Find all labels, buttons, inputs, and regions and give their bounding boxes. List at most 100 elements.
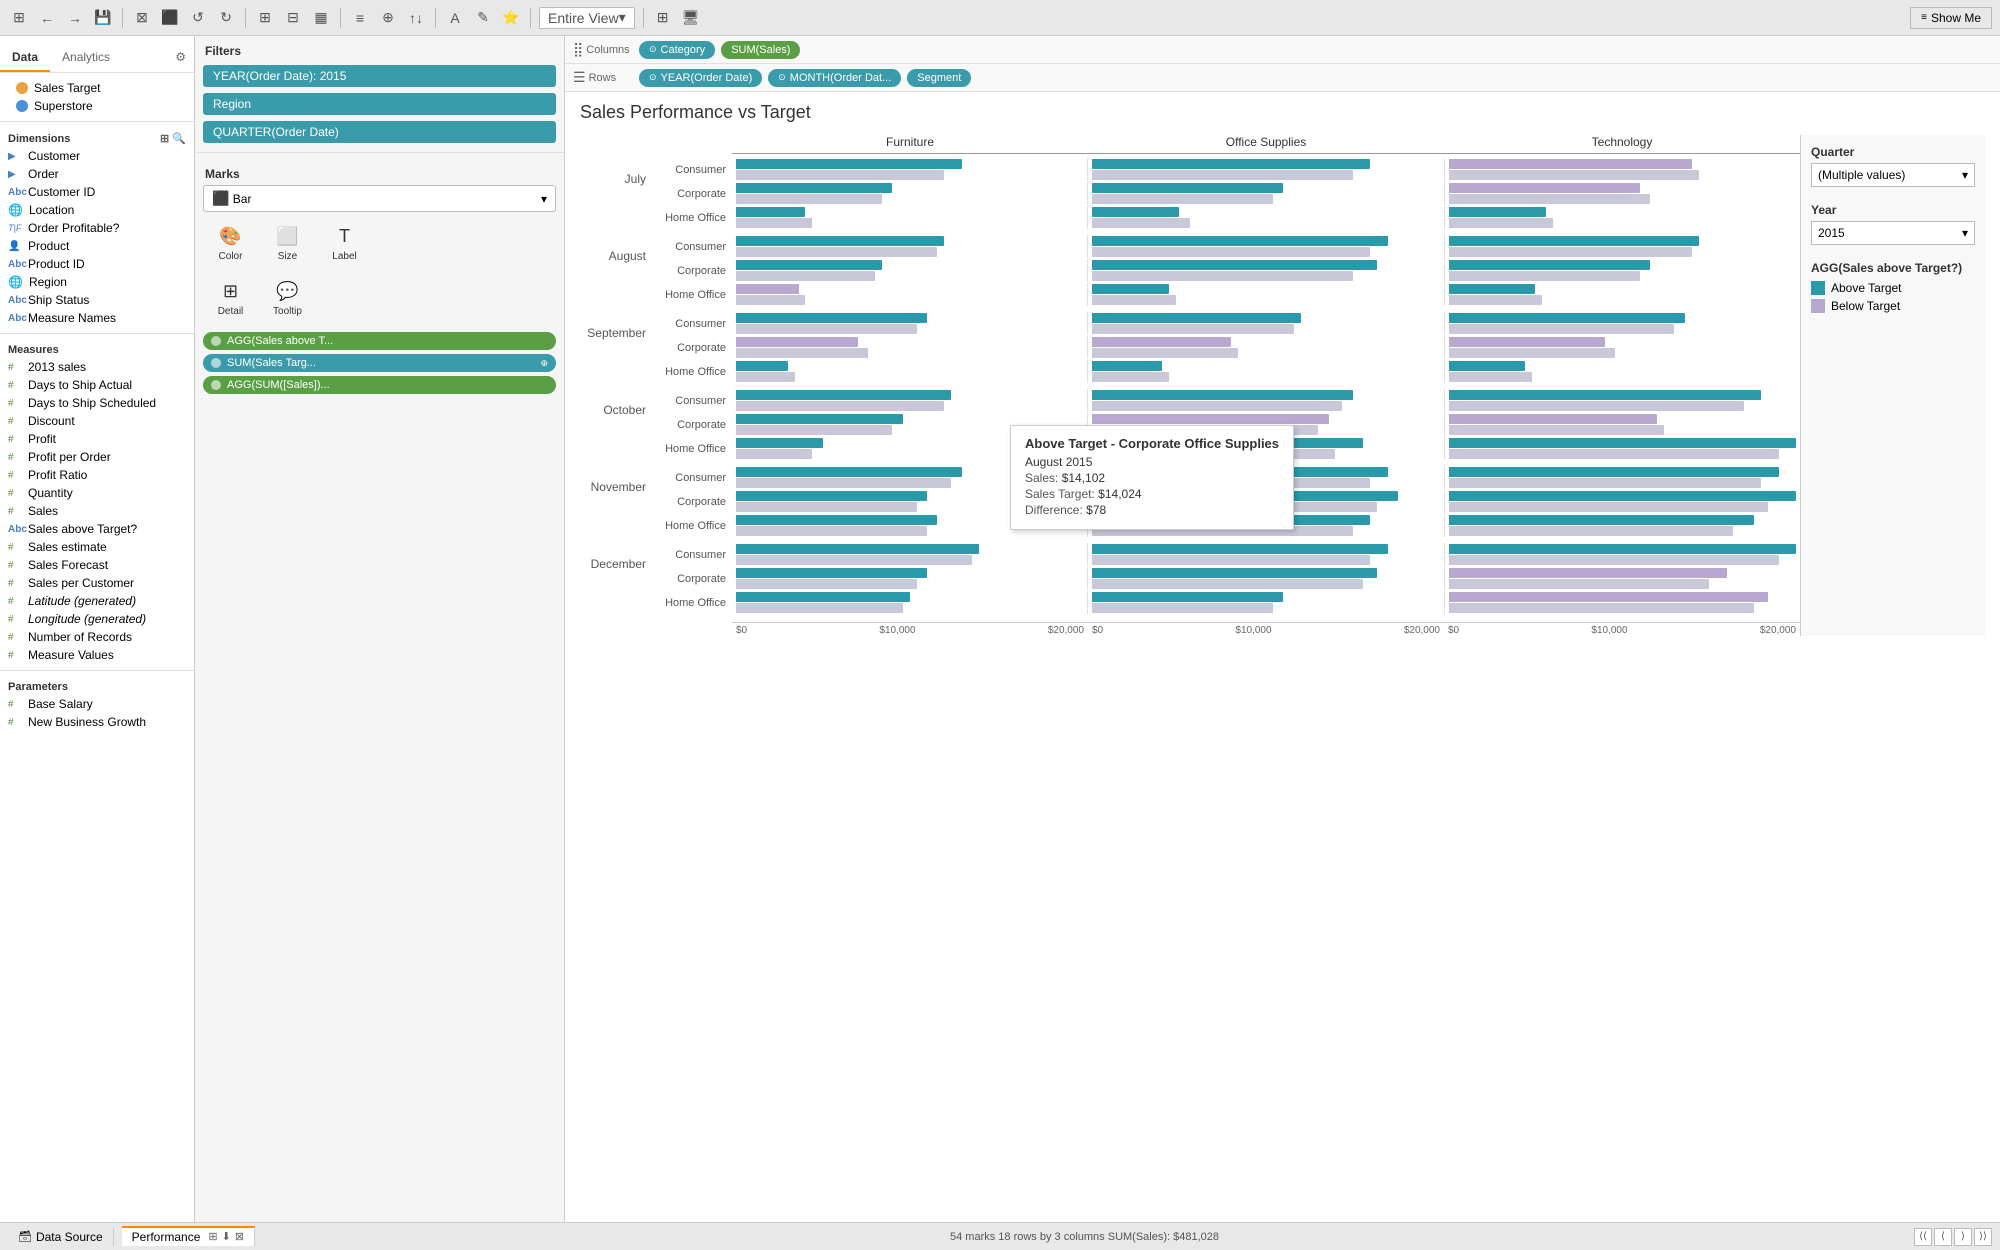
- toolbar-icon-12[interactable]: ✎: [472, 7, 494, 29]
- measure-quantity[interactable]: #Quantity: [0, 484, 194, 502]
- measure-longitude[interactable]: #Longitude (generated): [0, 610, 194, 628]
- measure-profit-ratio[interactable]: #Profit Ratio: [0, 466, 194, 484]
- dim-location[interactable]: 🌐Location: [0, 201, 194, 219]
- measure-profit-per-order[interactable]: #Profit per Order: [0, 448, 194, 466]
- panel-settings[interactable]: ⚙: [167, 44, 194, 72]
- measure-sales-per-customer[interactable]: #Sales per Customer: [0, 574, 194, 592]
- datasource-sales-target[interactable]: Sales Target: [0, 79, 194, 97]
- param-base-salary[interactable]: #Base Salary: [0, 695, 194, 713]
- dim-product-id[interactable]: AbcProduct ID: [0, 255, 194, 273]
- filter-year[interactable]: YEAR(Order Date): 2015: [203, 65, 556, 87]
- dim-order[interactable]: ▶Order: [0, 165, 194, 183]
- measure-days-ship-sched[interactable]: #Days to Ship Scheduled: [0, 394, 194, 412]
- toolbar-icon-10[interactable]: ↑↓: [405, 7, 427, 29]
- bar-group-c2: [1088, 182, 1444, 205]
- view-selector[interactable]: Entire View ▾: [539, 7, 635, 29]
- toolbar-icon-11[interactable]: A: [444, 7, 466, 29]
- d5: [1449, 467, 1779, 477]
- measure-sales-estimate[interactable]: #Sales estimate: [0, 538, 194, 556]
- toolbar-icon-2[interactable]: ⬛: [159, 7, 181, 29]
- bar-aug-corp-tech-g: [1449, 271, 1640, 281]
- toolbar-icon-3[interactable]: ↺: [187, 7, 209, 29]
- measure-discount[interactable]: #Discount: [0, 412, 194, 430]
- tab-data-source[interactable]: 🗃 Data Source: [8, 1228, 114, 1246]
- filter-region[interactable]: Region: [203, 93, 556, 115]
- dim-order-profitable[interactable]: T|FOrder Profitable?: [0, 219, 194, 237]
- nav-prev[interactable]: ⟨: [1934, 1228, 1952, 1246]
- measure-sales-forecast[interactable]: #Sales Forecast: [0, 556, 194, 574]
- param-new-business[interactable]: #New Business Growth: [0, 713, 194, 731]
- marks-pill-sum-sales-target[interactable]: SUM(Sales Targ... ⊕: [203, 354, 556, 372]
- marks-color-btn[interactable]: 🎨 Color: [203, 218, 258, 267]
- nav-first[interactable]: ⟨⟨: [1914, 1228, 1932, 1246]
- marks-detail-btn[interactable]: ⊞ Detail: [203, 273, 258, 322]
- dim-customer[interactable]: ▶Customer: [0, 147, 194, 165]
- marks-size-btn[interactable]: ⬜ Size: [260, 218, 315, 267]
- legend-above-target[interactable]: Above Target: [1811, 281, 1975, 295]
- toolbar-icon-8[interactable]: ≡: [349, 7, 371, 29]
- toolbar-icon-13[interactable]: ⭐: [500, 7, 522, 29]
- toolbar-save[interactable]: 💾: [92, 7, 114, 29]
- col-pill-sum-sales[interactable]: SUM(Sales): [721, 41, 800, 59]
- datasource-superstore[interactable]: Superstore: [0, 97, 194, 115]
- c5: [1449, 390, 1762, 400]
- nav-arrows: ⟨⟨ ⟨ ⟩ ⟩⟩: [1914, 1228, 1992, 1246]
- tab-analytics[interactable]: Analytics: [50, 44, 122, 72]
- dim-region[interactable]: 🌐Region: [0, 273, 194, 291]
- row-dec-corporate: Corporate: [652, 567, 1800, 590]
- tab-icon-3[interactable]: ⊠: [235, 1230, 244, 1243]
- marks-pill-agg-sum-sales[interactable]: AGG(SUM([Sales])...: [203, 376, 556, 394]
- ds-name-superstore: Superstore: [34, 99, 93, 113]
- bar-aug-ho-furn-p: [736, 284, 799, 294]
- toolbar-back[interactable]: ←: [36, 7, 58, 29]
- toolbar-icon-14[interactable]: ⊞: [652, 7, 674, 29]
- filter-quarter[interactable]: QUARTER(Order Date): [203, 121, 556, 143]
- row-pill-segment[interactable]: Segment: [907, 69, 971, 87]
- measure-num-records[interactable]: #Number of Records: [0, 628, 194, 646]
- row-pill-year[interactable]: ⊙ YEAR(Order Date): [639, 69, 762, 87]
- measure-measure-values[interactable]: #Measure Values: [0, 646, 194, 664]
- show-me-button[interactable]: ≡ Show Me: [1910, 7, 1992, 29]
- quarter-select[interactable]: (Multiple values) ▾: [1811, 163, 1975, 187]
- measure-sales-above-target[interactable]: AbcSales above Target?: [0, 520, 194, 538]
- measure-profit[interactable]: #Profit: [0, 430, 194, 448]
- measure-days-ship-actual[interactable]: #Days to Ship Actual: [0, 376, 194, 394]
- measure-sales[interactable]: #Sales: [0, 502, 194, 520]
- toolbar-icon-7[interactable]: ▦: [310, 7, 332, 29]
- toolbar-icon-15[interactable]: 🖥: [680, 7, 702, 29]
- dim-product[interactable]: 👤Product: [0, 237, 194, 255]
- toolbar-forward[interactable]: →: [64, 7, 86, 29]
- dim-ship-status[interactable]: AbcShip Status: [0, 291, 194, 309]
- col-pill-category[interactable]: ⊙ Category: [639, 41, 715, 59]
- nav-next[interactable]: ⟩: [1954, 1228, 1972, 1246]
- bar-ho-office-gray: [1092, 218, 1189, 228]
- c8: [736, 425, 892, 435]
- tab-data[interactable]: Data: [0, 44, 50, 72]
- year-select[interactable]: 2015 ▾: [1811, 221, 1975, 245]
- dim-measure-names[interactable]: AbcMeasure Names: [0, 309, 194, 327]
- measure-latitude[interactable]: #Latitude (generated): [0, 592, 194, 610]
- x-label-10k-2: $10,000: [1235, 625, 1271, 636]
- legend-below-target[interactable]: Below Target: [1811, 299, 1975, 313]
- nav-last[interactable]: ⟩⟩: [1974, 1228, 1992, 1246]
- tab-performance[interactable]: Performance ⊞ ⬇ ⊠: [122, 1226, 255, 1246]
- tab-icon-2[interactable]: ⬇: [222, 1230, 231, 1243]
- row-pill-month[interactable]: ⊙ MONTH(Order Dat...: [768, 69, 901, 87]
- marks-tooltip-btn[interactable]: 💬 Tooltip: [260, 273, 315, 322]
- toolbar-icon-grid[interactable]: ⊞: [8, 7, 30, 29]
- toolbar-icon-6[interactable]: ⊟: [282, 7, 304, 29]
- e17: [1449, 592, 1769, 602]
- hash-icon-8: #: [8, 488, 22, 499]
- dim-customer-id[interactable]: AbcCustomer ID: [0, 183, 194, 201]
- measure-2013sales[interactable]: #2013 sales: [0, 358, 194, 376]
- toolbar-icon-9[interactable]: ⊕: [377, 7, 399, 29]
- toolbar-icon-4[interactable]: ↻: [215, 7, 237, 29]
- toolbar-icon-5[interactable]: ⊞: [254, 7, 276, 29]
- marks-pill-agg-sales-above[interactable]: AGG(Sales above T...: [203, 332, 556, 350]
- x-label-20k-3: $20,000: [1760, 625, 1796, 636]
- tab-icon-1[interactable]: ⊞: [208, 1230, 217, 1243]
- toolbar-icon-1[interactable]: ⊠: [131, 7, 153, 29]
- marks-type-selector[interactable]: ⬛ Bar ▾: [203, 185, 556, 212]
- left-panel: Data Analytics ⚙ Sales Target Superstore…: [0, 36, 195, 1222]
- marks-label-btn[interactable]: T Label: [317, 218, 372, 267]
